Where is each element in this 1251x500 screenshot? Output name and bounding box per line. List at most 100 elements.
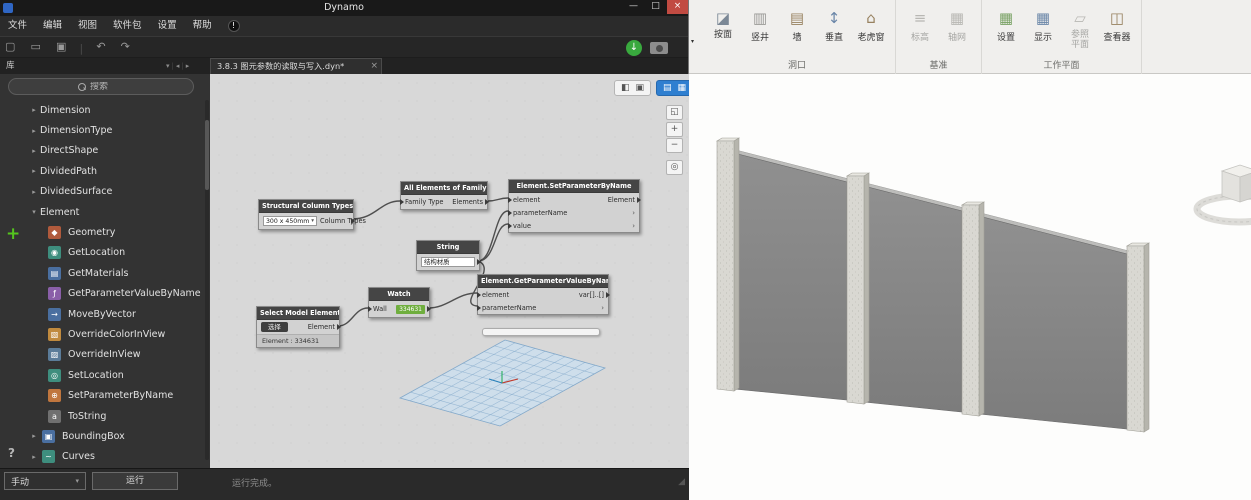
help-icon[interactable]: ? [8, 446, 15, 460]
ribbon-button-set[interactable]: ▦设置 [991, 8, 1021, 43]
dynamo-titlebar[interactable]: Dynamo — □ × [0, 0, 688, 16]
ribbon-button-vertical[interactable]: ↕垂直 [819, 8, 849, 43]
save-file-icon[interactable]: ▣ [56, 37, 66, 57]
new-file-icon[interactable]: ▢ [5, 37, 15, 57]
ribbon-button-viewer[interactable]: ◫查看器 [1102, 8, 1132, 43]
node-all-elements-of-family-type[interactable]: All Elements of Family Type Family Type … [400, 181, 488, 210]
tab-close-icon[interactable]: × [370, 59, 378, 74]
output-port[interactable] [637, 197, 641, 203]
tree-item-dimensiontype[interactable]: ▸DimensionType [0, 120, 204, 140]
search-input[interactable] [90, 82, 124, 92]
tree-item-boundingbox[interactable]: ▸▣BoundingBox [0, 426, 204, 446]
output-port[interactable] [351, 218, 355, 224]
input-port[interactable] [477, 292, 481, 298]
notifications-icon[interactable]: ! [228, 20, 240, 32]
tree-item-setlocation[interactable]: ◎SetLocation [0, 365, 204, 385]
search-box[interactable] [8, 78, 194, 95]
node-header[interactable]: All Elements of Family Type [401, 182, 487, 195]
tree-item-movebyvector[interactable]: →MoveByVector [0, 304, 204, 324]
zoom-out-button[interactable]: − [666, 138, 683, 153]
camera-icon[interactable] [650, 42, 668, 54]
tree-item-directshape[interactable]: ▸DirectShape [0, 141, 204, 161]
menu-settings[interactable]: 设置 [150, 16, 185, 36]
maximize-button[interactable]: □ [645, 0, 666, 14]
undo-icon[interactable]: ↶ [96, 37, 105, 57]
tree-item-setparameterbyname[interactable]: ⊕SetParameterByName [0, 385, 204, 405]
output-port[interactable] [606, 292, 610, 298]
output-port[interactable] [337, 324, 341, 330]
node-watch[interactable]: Watch Wall 334631 [368, 287, 430, 318]
input-port[interactable] [368, 306, 372, 312]
resize-grip[interactable]: ◢ [678, 477, 685, 487]
tab-active[interactable]: 3.8.3 图元参数的读取与写入.dyn* × [210, 58, 382, 74]
node-header[interactable]: Structural Column Types [259, 200, 353, 213]
tree-item-overridecolorinview[interactable]: ▧OverrideColorInView [0, 324, 204, 344]
node-header[interactable]: Element.SetParameterByName [509, 180, 639, 193]
column-type-dropdown[interactable]: 300 x 450mm▾ [263, 216, 317, 226]
fit-view-button[interactable]: ◱ [666, 105, 683, 120]
revit-3d-view[interactable] [689, 75, 1251, 500]
library-pin-controls[interactable]: ▾|◂|▸ [166, 58, 189, 74]
tree-item-geometry[interactable]: ◆Geometry [0, 222, 204, 242]
ribbon-button-show[interactable]: ▦显示 [1028, 8, 1058, 43]
open-file-icon[interactable]: ▭ [31, 37, 41, 57]
ribbon-caret-icon[interactable]: ▾ [691, 38, 694, 45]
graph-view-icon[interactable]: ▤ [663, 81, 672, 95]
menu-file[interactable]: 文件 [0, 16, 35, 36]
tree-item-curves[interactable]: ▸~Curves [0, 447, 204, 467]
geometry-view-icon[interactable]: ◧ [621, 81, 630, 95]
menu-view[interactable]: 视图 [70, 16, 105, 36]
ribbon-button-wall[interactable]: ▤墙 [782, 8, 812, 43]
add-node-icon[interactable]: + [6, 224, 20, 244]
string-value-input[interactable]: 结构材质 [421, 257, 475, 267]
ribbon-button-shaft[interactable]: ▥竖井 [745, 8, 775, 43]
minimize-button[interactable]: — [623, 0, 644, 14]
preview-view-icon[interactable]: ▦ [678, 81, 687, 95]
output-port[interactable] [477, 259, 481, 265]
select-button[interactable]: 选择 [261, 322, 288, 332]
tree-item-dividedsurface[interactable]: ▸DividedSurface [0, 182, 204, 202]
tree-item-element[interactable]: ▾Element [0, 202, 204, 222]
node-header[interactable]: String [417, 241, 479, 254]
node-element-setparameterbyname[interactable]: Element.SetParameterByName element Eleme… [508, 179, 640, 233]
output-port[interactable] [427, 306, 431, 312]
node-header[interactable]: Element.GetParameterValueByName [478, 275, 608, 288]
input-port[interactable] [400, 199, 404, 205]
tree-item-tostring[interactable]: aToString [0, 406, 204, 426]
tree-item-dimension[interactable]: ▸Dimension [0, 100, 204, 120]
tree-item-getmaterials[interactable]: ▤GetMaterials [0, 263, 204, 283]
wall-panels[interactable] [734, 151, 1131, 430]
viewcube[interactable] [1197, 165, 1251, 222]
node-preview-bubble[interactable] [482, 328, 600, 336]
node-header[interactable]: Select Model Element [257, 307, 339, 320]
node-string[interactable]: String 结构材质 [416, 240, 480, 271]
tree-item-overrideinview[interactable]: ▨OverrideInView [0, 345, 204, 365]
output-port[interactable] [485, 199, 489, 205]
ribbon-button-dormer[interactable]: ⌂老虎窗 [856, 8, 886, 43]
run-mode-dropdown[interactable]: 手动 ▾ [4, 472, 86, 490]
input-port[interactable] [477, 305, 481, 311]
graph-canvas[interactable]: Structural Column Types 300 x 450mm▾ Col… [210, 74, 689, 468]
node-structural-column-types[interactable]: Structural Column Types 300 x 450mm▾ Col… [258, 199, 354, 230]
tree-item-dividedpath[interactable]: ▸DividedPath [0, 161, 204, 181]
close-button[interactable]: × [667, 0, 688, 14]
input-port[interactable] [508, 210, 512, 216]
node-header[interactable]: Watch [369, 288, 429, 301]
screenshot-icon[interactable]: ▣ [636, 81, 645, 95]
input-port[interactable] [508, 223, 512, 229]
tree-item-getlocation[interactable]: ◉GetLocation [0, 243, 204, 263]
ribbon-button-by-face[interactable]: ◪按面 [708, 8, 738, 40]
redo-icon[interactable]: ↷ [121, 37, 130, 57]
node-select-model-element[interactable]: Select Model Element 选择 Element Element … [256, 306, 340, 348]
zoom-in-button[interactable]: + [666, 122, 683, 137]
export-icon[interactable]: ↓ [626, 40, 642, 56]
menu-edit[interactable]: 编辑 [35, 16, 70, 36]
menu-packages[interactable]: 软件包 [105, 16, 150, 36]
menu-help[interactable]: 帮助 [185, 16, 220, 36]
pan-button[interactable]: ◎ [666, 160, 683, 175]
library-scrollbar[interactable] [205, 100, 209, 460]
tree-item-getparametervaluebyname[interactable]: ƒGetParameterValueByName [0, 284, 204, 304]
run-button[interactable]: 运行 [92, 472, 178, 490]
input-port[interactable] [508, 197, 512, 203]
node-element-getparametervaluebyname[interactable]: Element.GetParameterValueByName element … [477, 274, 609, 315]
